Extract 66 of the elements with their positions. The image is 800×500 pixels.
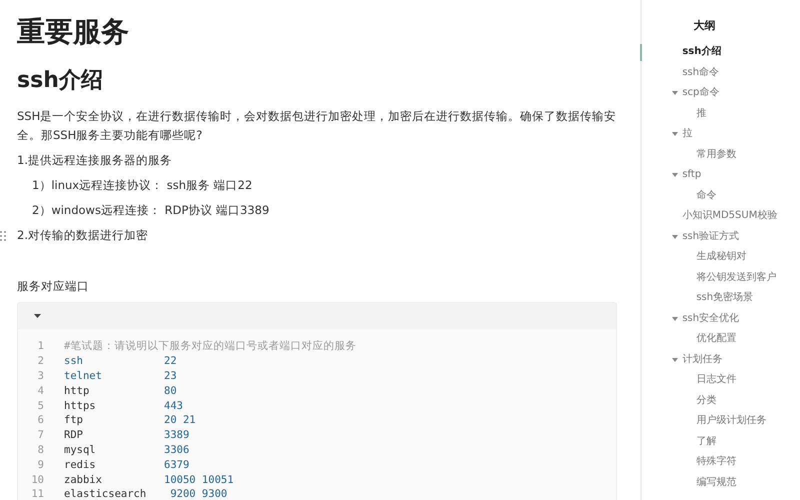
outline-item[interactable]: ssh介绍 [672,42,800,62]
port-number: 6379 [164,458,190,471]
outline-item[interactable]: 特殊字符 [672,452,800,472]
port-number: 443 [164,400,183,412]
active-indicator [640,44,642,61]
service-name: RDP [64,429,84,442]
line-number: 9 [36,458,44,471]
outline-item[interactable]: 将公钥发送到客户 [672,268,800,288]
service-name: ftp [64,414,84,426]
port-number: 3306 [164,444,190,456]
line-number: 5 [36,400,44,412]
outline-item[interactable]: 命令 [672,186,800,206]
list-item: 1.提供远程连接服务器的服务 [17,153,172,167]
port-number: 20 21 [164,414,196,426]
service-name: redis [64,458,97,471]
outline-item[interactable]: 分类 [672,390,800,411]
line-number: 8 [36,444,44,456]
outline-item[interactable]: 编写规范 [672,472,800,493]
outline-title: 大纲 [693,18,716,33]
outline-item[interactable]: ssh免密场景 [672,288,800,308]
outline-item[interactable]: ssh命令 [672,62,800,83]
port-number: 3389 [164,429,190,442]
list-item: 2）windows远程连接： RDP协议 端口3389 [32,203,270,217]
port-number: 10050 10051 [164,474,234,486]
code-caption: 服务对应端口 [17,279,90,294]
outline-item[interactable]: sftp [672,165,800,186]
line-number: 6 [36,414,44,426]
outline-item[interactable]: 了解 [672,432,800,452]
outline-item[interactable]: 生成秘钥对 [672,247,800,268]
outline-item[interactable]: 计划任务 [672,350,800,370]
line-number: 11 [30,488,44,500]
outline-item[interactable]: 小知识MD5SUM校验 [672,206,800,226]
port-number: 80 [164,384,177,397]
outline-item[interactable]: 优化配置 [672,329,800,350]
port-number: 23 [164,370,177,382]
service-name: ssh [64,355,84,368]
section-heading: ssh介绍 [17,67,104,95]
code-comment: #笔试题：请说明以下服务对应的端口号或者端口对应的服务 [64,339,356,354]
port-number: 22 [164,355,177,368]
outline-item[interactable]: 拉 [672,124,800,144]
page-title: 重要服务 [17,14,130,50]
service-name: mysql [64,444,97,456]
outline-item[interactable]: 用户级计划任务 [672,411,800,432]
service-name: zabbix [64,474,103,486]
line-number: 7 [36,429,44,442]
line-number: 3 [36,370,44,382]
service-name: http [64,384,90,397]
paragraph: SSH是一个安全协议，在进行数据传输时，会对数据包进行加密处理，加密后在进行数据传输。确保了数据传输安全。那SSH服务主要功能有哪些呢? [17,109,616,142]
outline-item[interactable]: ssh安全优化 [672,308,800,329]
port-number: 9200 9300 [169,488,228,500]
service-name: elasticsearch [64,488,148,500]
list-item: 1）linux远程连接协议： ssh服务 端口22 [32,178,252,192]
line-number: 4 [36,384,44,397]
outline-item[interactable]: 日志文件 [672,370,800,390]
outline-item[interactable]: 推 [672,104,800,124]
outline-item[interactable]: 常用参数 [672,144,800,165]
drag-handle-icon[interactable] [0,231,6,241]
service-name: telnet [64,370,103,382]
list-item: 2.对传输的数据进行加密 [17,228,148,242]
line-number: 10 [30,474,44,486]
line-number: 1 [36,340,44,352]
line-number: 2 [36,355,44,368]
outline-item[interactable]: ssh验证方式 [672,226,800,247]
outline-item[interactable]: scp命令 [672,83,800,104]
caret-icon[interactable] [34,314,41,318]
service-name: https [64,400,97,412]
